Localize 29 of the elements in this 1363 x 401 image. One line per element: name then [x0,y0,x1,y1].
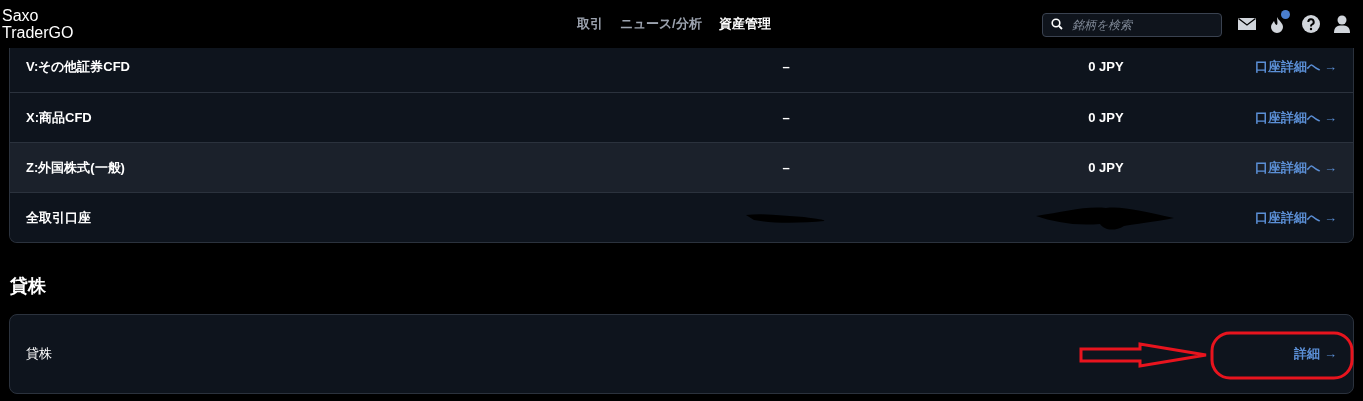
table-cell-text: 0 JPY [1088,108,1124,127]
table-cell-text: 0 JPY [1088,58,1124,77]
nav-tab[interactable]: 取引 [577,14,603,34]
account-row[interactable]: 全取引口座 口座詳細へ → [10,192,1353,242]
search-field[interactable]: 銘柄を検索 [1042,12,1222,37]
table-cell-text: – [782,58,790,77]
table-cell-text: 0 JPY [1088,158,1124,177]
account-name: Z:外国株式(一般) [26,158,126,177]
account-details-link[interactable]: 口座詳細へ → [1255,57,1337,77]
nav-tab[interactable]: ニュース/分析 [620,14,702,34]
account-details-link[interactable]: 口座詳細へ → [1255,207,1337,228]
search-icon [1051,17,1063,30]
account-row[interactable]: Z:外国株式(一般) – 0 JPY 口座詳細へ → [10,142,1353,192]
section-title: 貸株 [9,275,47,298]
account-details-link[interactable]: 口座詳細へ → [1255,157,1337,178]
account-name: 全取引口座 [26,208,92,227]
help-icon[interactable] [1302,15,1320,33]
details-link[interactable]: 詳細 → [1294,344,1337,364]
table-cell-text: – [782,108,790,127]
logo-text[interactable]: Saxo TraderGO [0,7,520,41]
flame-icon[interactable] [1270,17,1284,33]
mail-icon[interactable] [1238,18,1256,30]
nav-tab[interactable]: 資産管理 [718,14,771,34]
user-icon[interactable] [1334,15,1350,33]
lending-label: 貸株 [26,345,52,364]
account-details-link[interactable]: 口座詳細へ → [1255,107,1337,128]
account-name: X:商品CFD [26,108,93,127]
table-cell-text: – [782,158,790,177]
account-name: V:その他証券CFD [26,58,131,77]
